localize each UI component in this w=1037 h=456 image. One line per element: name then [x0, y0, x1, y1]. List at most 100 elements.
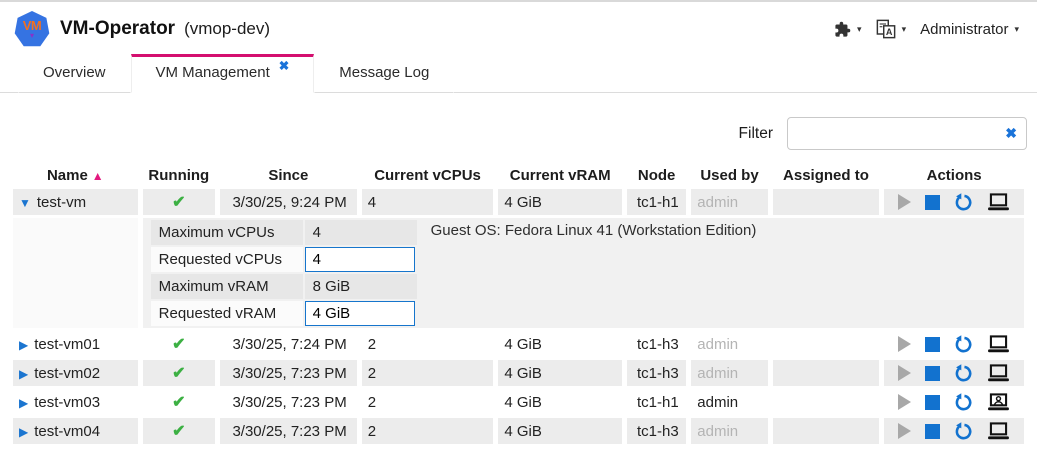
vm-node-cell: tc1-h3 [627, 418, 686, 444]
reset-vm-button[interactable] [954, 393, 973, 412]
property-row: Maximum vRAM8 GiB [151, 274, 417, 299]
clear-filter-icon[interactable]: ✖ [1005, 125, 1017, 142]
vm-used-by-cell: admin [691, 360, 767, 386]
stop-icon [925, 366, 940, 381]
filter-box: ✖ [787, 117, 1027, 150]
tab-label: Overview [43, 64, 106, 81]
stop-vm-button[interactable] [925, 395, 940, 410]
vm-assigned-to-cell [773, 189, 880, 215]
column-header-current-vram[interactable]: Current vRAM [498, 165, 622, 186]
vm-name: test-vm02 [34, 365, 100, 382]
start-vm-button[interactable] [898, 194, 911, 210]
console-icon [987, 422, 1010, 440]
filter-input[interactable] [787, 117, 1027, 150]
actions-group [890, 364, 1018, 383]
vm-row-test-vm04: ▶test-vm04✔3/30/25, 7:23 PM24 GiBtc1-h3a… [13, 418, 1024, 444]
vm-detail-row-test-vm: Maximum vCPUs4Requested vCPUsMaximum vRA… [13, 218, 1024, 328]
open-console-button[interactable] [987, 193, 1010, 211]
vm-node-cell: tc1-h1 [627, 189, 686, 215]
start-vm-button[interactable] [898, 365, 911, 381]
vm-node-cell: tc1-h3 [627, 331, 686, 357]
vm-used-by-cell: admin [691, 389, 767, 415]
reset-vm-button[interactable] [954, 193, 973, 212]
requested-vcpus-input[interactable] [305, 247, 415, 272]
logo-caret-icon: ▾ [30, 32, 34, 39]
vm-running-cell: ✔ [143, 389, 215, 415]
vm-current-vcpus-cell: 2 [362, 389, 494, 415]
reset-vm-button[interactable] [954, 422, 973, 441]
stop-vm-button[interactable] [925, 337, 940, 352]
vm-current-vcpus-cell: 2 [362, 418, 494, 444]
svg-text:A: A [885, 27, 892, 37]
open-console-button-in-use[interactable] [987, 393, 1010, 411]
user-menu-button[interactable]: Administrator ▾ [918, 17, 1021, 42]
reset-icon [954, 422, 973, 441]
stop-vm-button[interactable] [925, 195, 940, 210]
puzzle-icon [834, 21, 851, 38]
open-console-button[interactable] [987, 364, 1010, 382]
play-icon [898, 423, 911, 439]
expand-row-icon[interactable]: ▶ [19, 338, 28, 352]
console-icon [987, 193, 1010, 211]
vm-actions-cell [884, 331, 1024, 357]
running-check-icon: ✔ [172, 365, 185, 382]
chevron-down-icon: ▾ [1014, 25, 1019, 34]
play-icon [898, 394, 911, 410]
open-console-button[interactable] [987, 422, 1010, 440]
column-header-used-by[interactable]: Used by [691, 165, 767, 186]
actions-group [890, 422, 1018, 441]
vm-assigned-to-cell [773, 331, 880, 357]
close-tab-icon[interactable]: ✖ [279, 59, 289, 73]
column-header-assigned-to[interactable]: Assigned to [773, 165, 880, 186]
reset-icon [954, 335, 973, 354]
vm-name-cell: ▼test-vm [13, 189, 138, 215]
property-value: 4 [305, 220, 417, 245]
vm-since-cell: 3/30/25, 9:24 PM [220, 189, 357, 215]
console-in-use-icon [987, 393, 1010, 411]
expand-row-icon[interactable]: ▶ [19, 425, 28, 439]
actions-group [890, 335, 1018, 354]
vm-since-cell: 3/30/25, 7:23 PM [220, 360, 357, 386]
vm-actions-cell [884, 360, 1024, 386]
vm-current-vram-cell: 4 GiB [498, 331, 622, 357]
stop-vm-button[interactable] [925, 424, 940, 439]
play-icon [898, 194, 911, 210]
property-value [305, 247, 417, 272]
start-vm-button[interactable] [898, 336, 911, 352]
vm-operator-logo-icon: VM ▾ [14, 11, 50, 47]
column-header-running[interactable]: Running [143, 165, 215, 186]
open-console-button[interactable] [987, 335, 1010, 353]
column-header-name[interactable]: Name▲ [13, 165, 138, 186]
vm-since-cell: 3/30/25, 7:24 PM [220, 331, 357, 357]
reset-vm-button[interactable] [954, 335, 973, 354]
column-header-node[interactable]: Node [627, 165, 686, 186]
reset-vm-button[interactable] [954, 364, 973, 383]
stop-vm-button[interactable] [925, 366, 940, 381]
expand-row-icon[interactable]: ▶ [19, 367, 28, 381]
vm-table: Name▲RunningSinceCurrent vCPUsCurrent vR… [8, 162, 1029, 447]
tab-message-log[interactable]: Message Log [314, 53, 454, 93]
column-header-actions[interactable]: Actions [884, 165, 1024, 186]
vm-current-vram-cell: 4 GiB [498, 389, 622, 415]
requested-vram-input[interactable] [305, 301, 415, 326]
vm-running-cell: ✔ [143, 331, 215, 357]
expand-row-icon[interactable]: ▶ [19, 396, 28, 410]
running-check-icon: ✔ [172, 394, 185, 411]
collapse-row-icon[interactable]: ▼ [19, 196, 31, 210]
column-header-current-vcpus[interactable]: Current vCPUs [362, 165, 494, 186]
filter-row: Filter ✖ [8, 117, 1027, 150]
language-menu-button[interactable]: A ▾ [874, 15, 909, 43]
tab-overview[interactable]: Overview [18, 53, 131, 93]
tab-vm-management[interactable]: VM Management✖ [131, 54, 315, 93]
column-header-since[interactable]: Since [220, 165, 357, 186]
components-menu-button[interactable]: ▾ [832, 17, 864, 42]
start-vm-button[interactable] [898, 423, 911, 439]
sort-ascending-icon: ▲ [92, 169, 104, 183]
stop-icon [925, 395, 940, 410]
detail-spacer-cell [13, 218, 138, 328]
vm-actions-cell [884, 418, 1024, 444]
running-check-icon: ✔ [172, 336, 185, 353]
start-vm-button[interactable] [898, 394, 911, 410]
play-icon [898, 365, 911, 381]
vm-since-cell: 3/30/25, 7:23 PM [220, 389, 357, 415]
